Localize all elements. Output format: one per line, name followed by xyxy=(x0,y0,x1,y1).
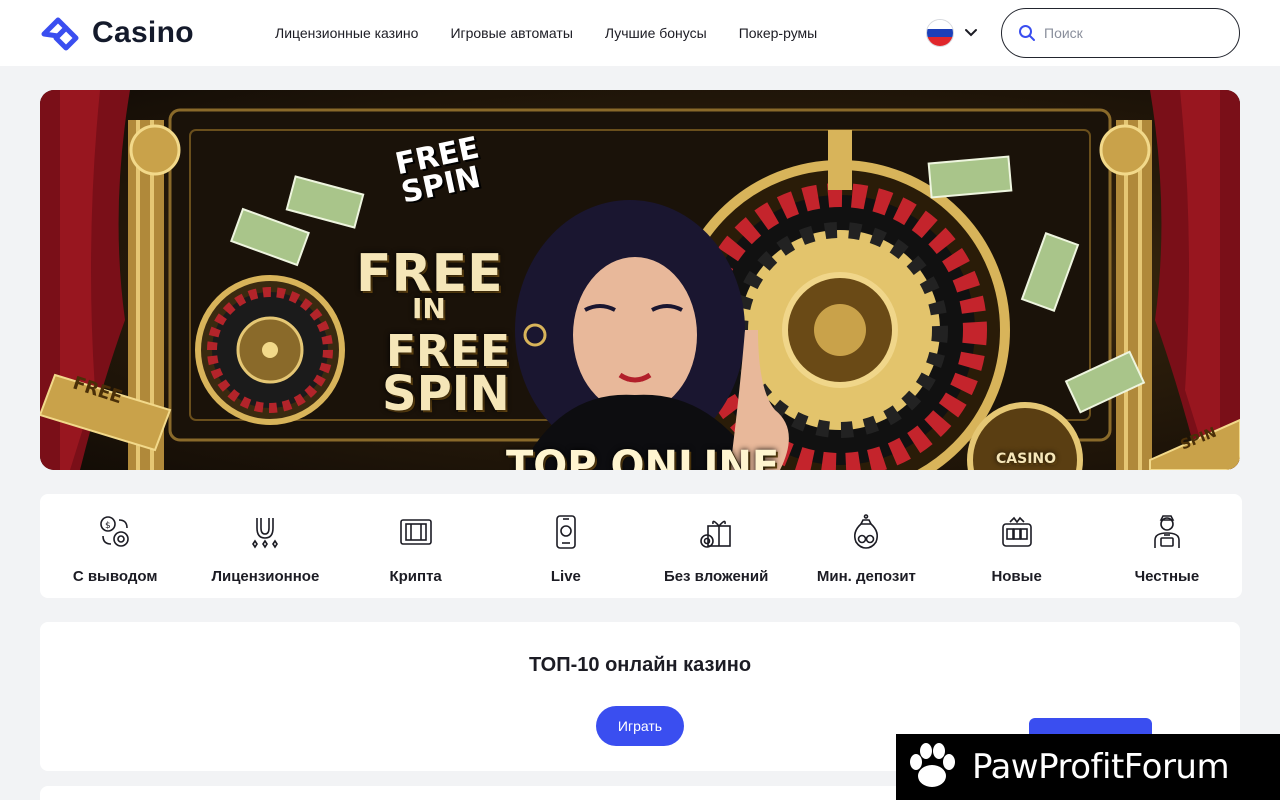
main-nav: Лицензионные казино Игровые автоматы Луч… xyxy=(275,25,817,41)
money-bag-icon xyxy=(846,512,886,552)
forum-watermark: PawProfitForum xyxy=(896,734,1280,800)
logo-text: Casino xyxy=(92,16,194,49)
site-header: Casino Лицензионные казино Игровые автом… xyxy=(0,0,1280,66)
nav-licensed-casinos[interactable]: Лицензионные казино xyxy=(275,25,418,41)
horseshoe-icon xyxy=(245,512,285,552)
gift-chip-icon xyxy=(696,512,736,552)
category-new[interactable]: Новые xyxy=(942,494,1092,598)
casino-logo-icon xyxy=(41,17,79,51)
section-title: ТОП-10 онлайн казино xyxy=(528,654,752,676)
category-live[interactable]: Live xyxy=(491,494,641,598)
banner-top-online: TOP ONLINE xyxy=(506,443,780,470)
banner-in: IN xyxy=(412,292,446,325)
nav-poker-rooms[interactable]: Покер-румы xyxy=(739,25,818,41)
nav-best-bonuses[interactable]: Лучшие бонусы xyxy=(605,25,707,41)
nav-slot-machines[interactable]: Игровые автоматы xyxy=(450,25,572,41)
search-box xyxy=(1001,8,1240,58)
category-licensed[interactable]: Лицензионное xyxy=(190,494,340,598)
russia-flag-icon xyxy=(926,19,954,47)
chevron-down-icon xyxy=(965,29,977,37)
category-label: Честные xyxy=(1134,568,1200,585)
banner-artwork xyxy=(40,90,1240,470)
play-button[interactable]: Играть xyxy=(596,706,684,746)
category-fair[interactable]: Честные xyxy=(1092,494,1242,598)
category-no-deposit[interactable]: Без вложений xyxy=(641,494,791,598)
category-bar: $ С выводом Лицензионное Крипта Live Без… xyxy=(40,494,1242,598)
category-with-withdrawal[interactable]: $ С выводом xyxy=(40,494,190,598)
banner-casino-coin-label: CASINO xyxy=(996,451,1057,467)
crypto-wallet-icon xyxy=(396,512,436,552)
category-label: Лицензионное xyxy=(211,568,320,585)
watermark-text: PawProfitForum xyxy=(972,747,1230,787)
coins-exchange-icon: $ xyxy=(95,512,135,552)
slot-machine-icon xyxy=(997,512,1037,552)
search-icon[interactable] xyxy=(1018,24,1036,42)
category-crypto[interactable]: Крипта xyxy=(341,494,491,598)
search-input[interactable] xyxy=(1044,25,1214,41)
category-label: Без вложений xyxy=(663,568,769,585)
svg-text:$: $ xyxy=(105,521,111,531)
category-label: Мин. депозит xyxy=(816,568,916,585)
paw-print-icon xyxy=(910,743,955,787)
category-label: С выводом xyxy=(72,568,158,585)
category-label: Новые xyxy=(991,568,1042,585)
banner-spin: SPIN xyxy=(382,366,510,422)
promo-banner[interactable]: FREE SPIN FREE IN FREE SPIN TOP ONLINE C… xyxy=(40,90,1240,470)
dealer-icon xyxy=(1147,512,1187,552)
category-label: Live xyxy=(550,568,581,585)
site-logo[interactable]: Casino xyxy=(40,14,194,52)
category-label: Крипта xyxy=(389,568,442,585)
language-selector[interactable] xyxy=(926,19,978,47)
smartphone-icon xyxy=(546,512,586,552)
category-min-deposit[interactable]: Мин. депозит xyxy=(791,494,941,598)
